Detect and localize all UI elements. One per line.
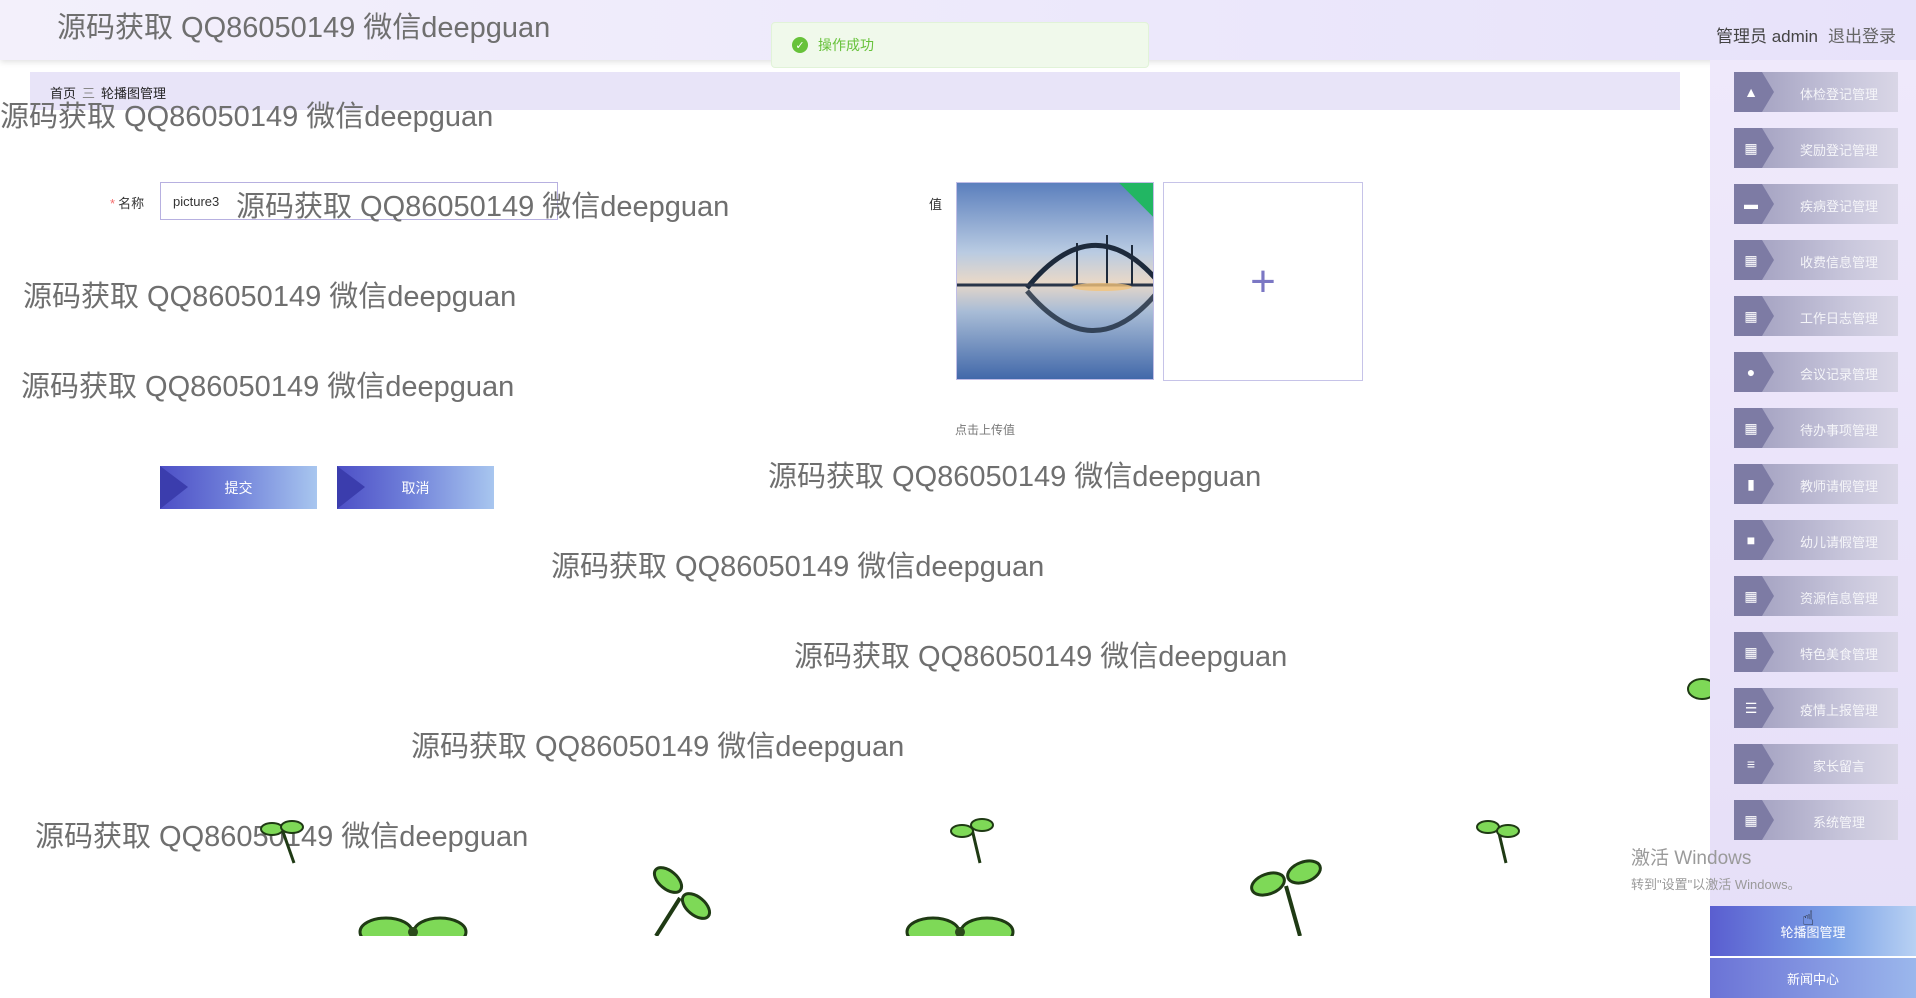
pinwheel-icon	[950, 818, 994, 864]
name-input[interactable]	[160, 182, 558, 220]
windows-activation-notice: 激活 Windows 转到"设置"以激活 Windows。	[1631, 848, 1801, 892]
monitor-icon: ▬	[1744, 196, 1758, 212]
briefcase-icon: ■	[1746, 532, 1756, 548]
breadcrumb: 首页三轮播图管理	[50, 83, 166, 102]
breadcrumb-bar: 首页三轮播图管理	[30, 72, 1680, 110]
pinwheel-icon	[652, 866, 712, 936]
success-toast: ✓ 操作成功	[771, 22, 1149, 68]
bar-chart-icon: ▮	[1747, 475, 1755, 492]
sidebar-item-food[interactable]: ▦ 特色美食管理	[1734, 632, 1898, 672]
pinwheel-icon	[1476, 820, 1520, 864]
toast-message: 操作成功	[818, 37, 874, 53]
pinwheel-icon	[1250, 859, 1322, 936]
pinwheel-icon	[1687, 678, 1710, 700]
bridge-photo	[957, 183, 1153, 379]
breadcrumb-separator: 三	[82, 86, 96, 101]
sidebar-item-fees[interactable]: ▦ 收费信息管理	[1734, 240, 1898, 280]
sidebar-item-meetings[interactable]: ● 会议记录管理	[1734, 352, 1898, 392]
plus-icon: +	[1250, 256, 1276, 306]
grid-icon: ▦	[1744, 139, 1758, 156]
cancel-button[interactable]: 取消	[337, 466, 494, 509]
upload-tip: 点击上传值	[955, 423, 1016, 437]
watermark-text: 源码获取 QQ86050149 微信deepguan	[23, 281, 517, 313]
watermark-text: 源码获取 QQ86050149 微信deepguan	[21, 371, 515, 403]
watermark-text: 源码获取 QQ86050149 微信deepguan	[794, 641, 1288, 673]
grid-icon: ▦	[1744, 419, 1758, 436]
breadcrumb-home[interactable]: 首页	[50, 86, 76, 101]
user-label: 管理员 admin	[1715, 27, 1818, 46]
pinwheel-icon	[358, 916, 468, 936]
logout-link[interactable]: 退出登录	[1828, 22, 1896, 47]
pinwheel-icon	[905, 916, 1015, 936]
list-icon: ☰	[1744, 699, 1758, 716]
user-icon: ●	[1746, 364, 1756, 380]
sidebar-item-health-check[interactable]: ▲ 体检登记管理	[1734, 72, 1898, 112]
sidebar-item-resources[interactable]: ▦ 资源信息管理	[1734, 576, 1898, 616]
sidebar-item-system[interactable]: ▦ 系统管理	[1734, 800, 1898, 840]
grid-icon: ▦	[1744, 307, 1758, 324]
uploaded-image-thumbnail[interactable]	[956, 182, 1154, 380]
breadcrumb-current: 轮播图管理	[101, 86, 167, 101]
pinwheel-icon	[260, 820, 304, 864]
watermark-text: 源码获取 QQ86050149 微信deepguan	[551, 551, 1045, 583]
sidebar-item-child-leave[interactable]: ■ 幼儿请假管理	[1734, 520, 1898, 560]
sidebar-item-todo[interactable]: ▦ 待办事项管理	[1734, 408, 1898, 448]
image-uploader[interactable]: +	[1163, 182, 1363, 381]
sliders-icon: ≡	[1746, 756, 1756, 772]
sidebar-item-illness[interactable]: ▬ 疾病登记管理	[1734, 184, 1898, 224]
sidebar-item-parent-messages[interactable]: ≡ 家长留言	[1734, 744, 1898, 784]
thumb-icon: ▲	[1744, 84, 1758, 100]
grid-icon: ▦	[1744, 587, 1758, 604]
watermark-text: 源码获取 QQ86050149 微信deepguan	[768, 461, 1262, 493]
grid-icon: ▦	[1744, 811, 1758, 828]
watermark-text: 源码获取 QQ86050149 微信deepguan	[411, 731, 905, 763]
name-label: * 名称	[110, 196, 145, 211]
hand-cursor-icon: ☝	[1802, 908, 1815, 930]
grid-icon: ▦	[1744, 643, 1758, 660]
check-circle-icon: ✓	[792, 37, 808, 53]
sidebar-item-work-log[interactable]: ▦ 工作日志管理	[1734, 296, 1898, 336]
sidebar-item-teacher-leave[interactable]: ▮ 教师请假管理	[1734, 464, 1898, 504]
grid-icon: ▦	[1744, 251, 1758, 268]
sidebar-item-rewards[interactable]: ▦ 奖励登记管理	[1734, 128, 1898, 168]
value-label: 值	[929, 197, 943, 212]
sidebar: ▲ 体检登记管理 ▦ 奖励登记管理 ▬ 疾病登记管理 ▦ 收费信息管理 ▦ 工作…	[1710, 60, 1916, 998]
watermark-text: 源码获取 QQ86050149 微信deepguan	[35, 821, 529, 853]
sidebar-item-news[interactable]: 新闻中心	[1710, 958, 1916, 998]
submit-button[interactable]: 提交	[160, 466, 317, 509]
sidebar-item-epidemic[interactable]: ☰ 疫情上报管理	[1734, 688, 1898, 728]
